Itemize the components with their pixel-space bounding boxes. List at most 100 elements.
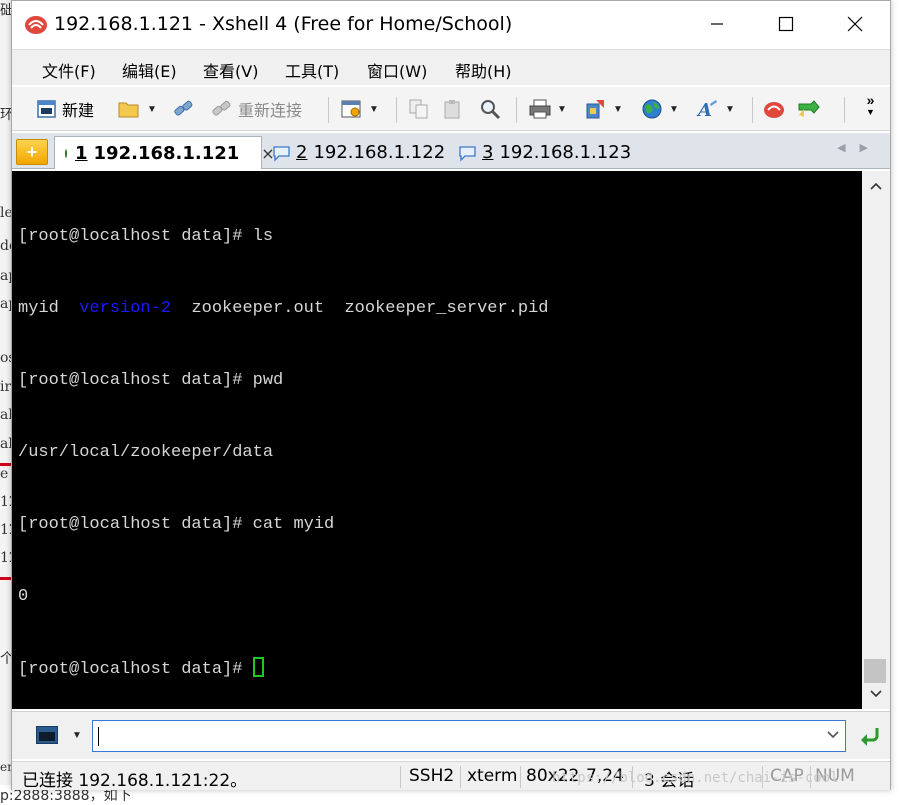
terminal-line: myid version-2 zookeeper.out zookeeper_s… — [18, 297, 862, 321]
chevron-down-icon: ▼ — [557, 103, 567, 115]
copy-button[interactable] — [408, 95, 430, 123]
new-session-label: 新建 — [62, 101, 95, 120]
terminal-output[interactable]: [root@localhost data]# ls myid version-2… — [12, 171, 862, 709]
scrollbar-thumb[interactable] — [864, 659, 886, 683]
tab-scroll-arrows[interactable]: ◀▶ — [837, 141, 882, 154]
terminal-line: /usr/local/zookeeper/data — [18, 443, 274, 462]
chevron-down-icon[interactable]: ▼ — [72, 730, 82, 741]
send-command-icon[interactable] — [858, 724, 882, 748]
properties-button[interactable]: ▼ — [340, 95, 379, 123]
status-separator — [460, 766, 461, 788]
maximize-icon — [778, 16, 794, 32]
toolbar-separator — [752, 97, 753, 123]
svg-text:A: A — [696, 100, 712, 120]
globe-icon — [642, 99, 662, 119]
tab-number: 2 — [296, 142, 308, 163]
toolbar-overflow-button[interactable]: » ▼ — [866, 93, 875, 121]
connected-status-icon — [65, 148, 67, 158]
properties-icon — [341, 100, 361, 118]
font-icon: A — [696, 100, 717, 120]
search-icon — [481, 100, 501, 120]
background-text: e — [0, 466, 9, 482]
menu-view[interactable]: 查看(V) — [203, 58, 258, 82]
menu-help[interactable]: 帮助(H) — [455, 58, 512, 82]
link-icon — [174, 100, 193, 116]
status-bar: 已连接 192.168.1.121:22。 SSH2 xterm 80x22 7… — [12, 761, 890, 791]
tab-session-1[interactable]: 1 192.168.1.121 × — [54, 136, 275, 169]
title-bar[interactable]: 192.168.1.121 - Xshell 4 (Free for Home/… — [12, 1, 890, 47]
scroll-down-button[interactable] — [862, 683, 890, 705]
xshell-button[interactable] — [762, 95, 786, 123]
globe-button[interactable]: ▼ — [640, 95, 679, 123]
xshell-icon — [764, 102, 784, 118]
folder-icon — [118, 102, 139, 118]
status-separator — [520, 766, 521, 788]
new-session-icon — [37, 100, 56, 118]
reconnect-label: 重新连接 — [238, 101, 303, 120]
chevron-down-icon: ▼ — [866, 107, 875, 117]
paste-button[interactable] — [442, 95, 464, 123]
tab-label: 192.168.1.123 — [499, 142, 632, 163]
tab-label: 192.168.1.122 — [313, 142, 446, 163]
chevron-left-icon[interactable]: ◀ — [837, 142, 859, 154]
printer-icon — [529, 99, 551, 119]
chevron-down-icon — [870, 690, 882, 698]
chevron-down-icon: ▼ — [725, 103, 735, 115]
menu-file[interactable]: 文件(F) — [42, 58, 96, 82]
tab-session-2[interactable]: 2 192.168.1.122 — [266, 136, 445, 169]
xshell-logo-icon — [24, 13, 48, 35]
chevron-down-icon: ▼ — [147, 103, 157, 115]
chevron-up-icon — [870, 182, 882, 190]
open-folder-button[interactable]: ▼ — [118, 95, 157, 123]
menu-bar: 文件(F) 编辑(E) 查看(V) 工具(T) 窗口(W) 帮助(H) — [12, 49, 890, 85]
reconnect-button[interactable]: 重新连接 — [210, 95, 302, 123]
tab-number: 3 — [482, 142, 494, 163]
chevron-right-icon[interactable]: ▶ — [860, 142, 882, 154]
terminal-directory: version-2 — [79, 299, 172, 318]
minimize-icon — [711, 23, 723, 25]
chevron-down-icon: ▼ — [369, 103, 379, 115]
toolbar-separator — [516, 97, 517, 123]
transfer-button[interactable]: ▼ — [584, 95, 623, 123]
background-text: ir — [0, 379, 12, 395]
add-session-button[interactable]: + — [16, 139, 48, 165]
tab-session-3[interactable]: 3 192.168.1.123 — [452, 136, 631, 169]
file-transfer-icon — [586, 100, 604, 119]
xshell-window: 192.168.1.121 - Xshell 4 (Free for Home/… — [11, 0, 891, 791]
session-tab-bar: + 1 192.168.1.121 × 2 192.168.1.122 3 19… — [12, 133, 890, 169]
maximize-button[interactable] — [751, 1, 821, 47]
protocol-status: SSH2 — [409, 766, 455, 786]
toolbar-separator — [396, 97, 397, 123]
menu-edit[interactable]: 编辑(E) — [122, 58, 177, 82]
chevron-right-double-icon: » — [866, 92, 875, 108]
terminal-scrollbar[interactable] — [862, 171, 890, 709]
status-separator — [400, 766, 401, 788]
tab-label: 192.168.1.121 — [93, 142, 240, 164]
menu-tools[interactable]: 工具(T) — [285, 58, 339, 82]
menu-window[interactable]: 窗口(W) — [367, 58, 427, 82]
command-input[interactable] — [92, 720, 846, 752]
toolbar-separator — [844, 97, 845, 123]
toolbar: 新建 ▼ 重新连接 ▼ ▼ ▼ ▼ A ▼ » ▼ — [12, 87, 890, 131]
reconnect-icon — [212, 100, 231, 116]
new-session-button[interactable]: 新建 — [36, 95, 94, 123]
xftp-icon — [798, 100, 820, 117]
xftp-button[interactable] — [796, 95, 822, 123]
find-button[interactable] — [478, 95, 502, 123]
font-button[interactable]: A ▼ — [696, 95, 735, 123]
window-title: 192.168.1.121 - Xshell 4 (Free for Home/… — [54, 13, 513, 35]
scroll-up-button[interactable] — [862, 175, 890, 197]
terminal-line: [root@localhost data]# ls — [18, 227, 274, 246]
terminal-cursor — [252, 657, 264, 677]
connect-button[interactable] — [172, 95, 196, 123]
terminal-text: myid — [18, 299, 80, 318]
chevron-down-icon: ▼ — [613, 103, 623, 115]
terminal-line: [root@localhost data]# pwd — [18, 371, 284, 390]
compose-bar: ▼ — [12, 711, 890, 759]
minimize-button[interactable] — [682, 1, 752, 47]
chevron-down-icon[interactable] — [826, 730, 840, 740]
terminal-line: [root@localhost data]# — [18, 657, 862, 681]
print-button[interactable]: ▼ — [528, 95, 567, 123]
terminal-window-icon[interactable] — [36, 726, 58, 744]
close-button[interactable] — [820, 1, 890, 47]
